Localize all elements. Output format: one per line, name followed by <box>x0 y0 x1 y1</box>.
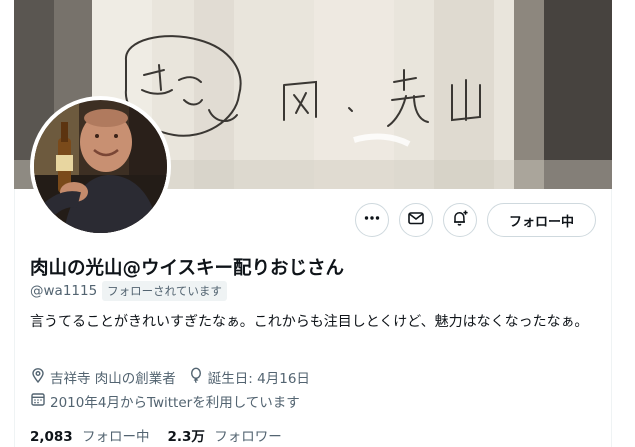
profile-meta-row-2: 2010年4月からTwitterを利用しています <box>30 391 312 411</box>
display-name: 肉山の光山@ウイスキー配りおじさん <box>30 258 344 279</box>
bio: 言うてることがきれいすぎたなぁ。これからも注目しとくけど、魅力はなくなったなぁ。 <box>30 314 589 330</box>
bell-plus-icon <box>451 209 469 231</box>
avatar-image <box>34 100 167 233</box>
follow-stats: 2,083 フォロー中 2.3万 フォロワー <box>30 425 300 445</box>
joined-date: 2010年4月からTwitterを利用しています <box>30 391 300 411</box>
balloon-icon <box>188 367 204 387</box>
location-text: 吉祥寺 肉山の創業者 <box>50 371 176 387</box>
joined-text: 2010年4月からTwitterを利用しています <box>50 395 300 411</box>
location: 吉祥寺 肉山の創業者 <box>30 367 176 387</box>
profile-page: フォロー中 肉山の光山@ウイスキー配りおじさん @wa1115 フォローされてい… <box>0 0 635 447</box>
follows-you-badge: フォローされています <box>102 281 227 301</box>
birthday: 誕生日: 4月16日 <box>188 367 310 387</box>
handle: @wa1115 <box>30 283 98 299</box>
following-label: フォロー中 <box>82 429 150 445</box>
calendar-icon <box>30 391 46 411</box>
more-horizontal-icon <box>363 209 381 231</box>
followers-count: 2.3万 <box>167 429 205 445</box>
followers-label: フォロワー <box>214 429 282 445</box>
handle-row: @wa1115 フォローされています <box>30 281 227 301</box>
profile-meta-row-1: 吉祥寺 肉山の創業者 誕生日: 4月16日 <box>30 367 322 387</box>
birthday-text: 誕生日: 4月16日 <box>207 371 310 387</box>
following-count: 2,083 <box>30 429 73 445</box>
more-button[interactable] <box>355 203 389 237</box>
avatar[interactable] <box>30 96 171 237</box>
following-stat[interactable]: 2,083 フォロー中 <box>30 425 150 445</box>
notifications-button[interactable] <box>443 203 477 237</box>
message-button[interactable] <box>399 203 433 237</box>
following-button[interactable]: フォロー中 <box>487 203 596 237</box>
location-pin-icon <box>30 367 46 387</box>
followers-stat[interactable]: 2.3万 フォロワー <box>168 425 282 445</box>
mail-icon <box>407 209 425 231</box>
